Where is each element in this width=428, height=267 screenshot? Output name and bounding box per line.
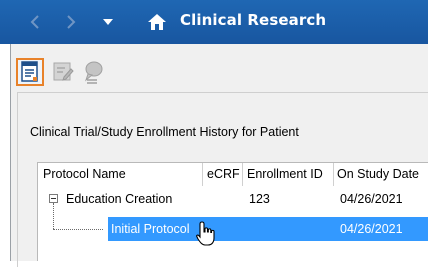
enrollment-id-cell: 123 [249,192,270,206]
comment-icon [84,61,103,84]
column-header-ecrf[interactable]: eCRF [203,163,243,186]
caret-down-icon [103,19,113,25]
protocol-name-cell: Education Creation [66,192,173,206]
protocol-name-cell: Initial Protocol [111,222,190,236]
hand-cursor-icon [196,221,216,251]
window-title: Clinical Research [180,11,327,29]
dropdown-button[interactable] [99,12,117,32]
table-row[interactable]: Initial Protocol 04/26/2021 [38,217,428,241]
home-button[interactable] [145,12,169,32]
comment-button[interactable] [78,57,108,87]
column-header-protocol-name[interactable]: Protocol Name [38,163,203,186]
back-button[interactable] [26,12,44,32]
on-study-date-cell: 04/26/2021 [340,222,403,236]
column-header-enrollment-id[interactable]: Enrollment ID [243,163,334,186]
forward-button[interactable] [62,12,80,32]
window-titlebar: Clinical Research [0,0,428,44]
enrollment-form-icon [21,61,38,82]
enrollment-grid[interactable]: Protocol Name eCRF Enrollment ID On Stud… [37,162,428,261]
grid-header: Protocol Name eCRF Enrollment ID On Stud… [38,163,428,186]
edit-document-button[interactable] [48,57,78,87]
enrollment-form-button[interactable] [16,58,44,86]
edit-document-icon [53,62,74,81]
column-header-on-study-date[interactable]: On Study Date [334,163,428,186]
on-study-date-cell: 04/26/2021 [340,192,403,206]
home-icon [148,14,166,30]
chevron-right-icon [67,15,76,29]
chevron-left-icon [30,15,39,29]
enrollment-history-title: Clinical Trial/Study Enrollment History … [27,125,303,139]
collapse-toggle-icon[interactable] [49,194,58,203]
table-row[interactable]: Education Creation 123 04/26/2021 [38,187,428,211]
